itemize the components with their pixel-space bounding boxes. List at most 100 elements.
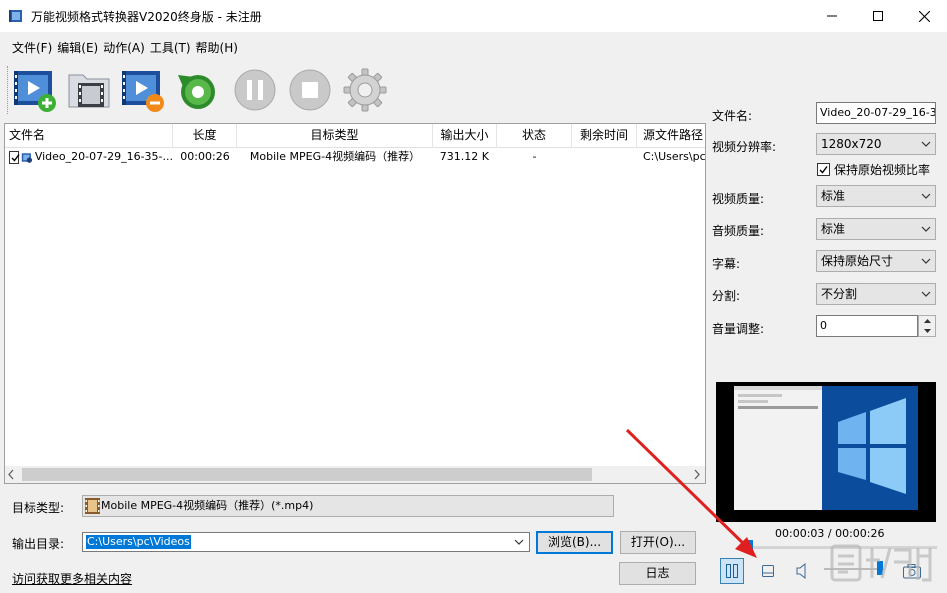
pause-button[interactable]	[230, 65, 280, 115]
column-header-target[interactable]: 目标类型	[237, 124, 433, 148]
stop-icon	[289, 69, 331, 111]
horizontal-scrollbar[interactable]	[5, 466, 705, 483]
filename-label: 文件名:	[712, 109, 753, 123]
volume-track[interactable]	[824, 568, 884, 570]
maximize-icon	[873, 11, 883, 21]
video-quality-select[interactable]: 标准	[816, 185, 936, 207]
target-type-value: Mobile MPEG-4视频编码（推荐）(*.mp4)	[101, 499, 314, 512]
video-file-icon	[22, 152, 33, 163]
seek-track[interactable]	[745, 546, 937, 549]
column-header-name[interactable]: 文件名	[5, 124, 173, 148]
window-title: 万能视频格式转换器V2020终身版 - 未注册	[31, 10, 262, 24]
log-button[interactable]: 日志	[619, 562, 696, 585]
preview-frame-image	[716, 382, 936, 522]
video-preview[interactable]	[716, 382, 936, 522]
toolbar	[4, 62, 704, 118]
row-checkbox[interactable]	[9, 150, 20, 164]
output-dir-combo[interactable]: C:\Users\pc\Videos	[82, 532, 530, 552]
scroll-right-icon[interactable]	[693, 469, 701, 480]
audio-quality-label: 音频质量:	[712, 224, 765, 238]
scroll-left-icon[interactable]	[7, 469, 15, 480]
more-content-link[interactable]: 访问获取更多相关内容	[12, 570, 132, 587]
column-header-status[interactable]: 状态	[497, 124, 572, 148]
checkmark-icon	[11, 153, 20, 162]
resolution-label: 视频分辨率:	[712, 140, 777, 154]
stop-button[interactable]	[285, 65, 335, 115]
settings-icon	[343, 68, 387, 112]
minimize-button[interactable]	[809, 0, 855, 32]
subtitle-select[interactable]: 保持原始尺寸	[816, 250, 936, 272]
close-button[interactable]	[901, 0, 947, 32]
split-value: 不分割	[821, 287, 858, 301]
snapshot-icon	[903, 564, 921, 579]
output-dir-dropdown[interactable]	[511, 533, 527, 551]
table-row[interactable]: Video_20-07-29_16-35-... 00:00:26 Mobile…	[5, 148, 706, 166]
add-folder-icon	[68, 74, 110, 108]
volume-spinner[interactable]	[918, 315, 936, 337]
player-pause-button[interactable]	[720, 558, 744, 584]
triangle-up-icon	[923, 319, 931, 323]
row-path: C:\Users\pc	[643, 150, 706, 163]
add-video-icon	[14, 71, 56, 112]
split-label: 分割:	[712, 289, 741, 303]
keep-ratio-box[interactable]	[817, 163, 830, 176]
app-icon	[9, 10, 22, 22]
file-list-header: 文件名 长度 目标类型 输出大小 状态 剩余时间 源文件路径	[5, 124, 705, 148]
open-button[interactable]: 打开(O)...	[620, 531, 696, 554]
row-filename: Video_20-07-29_16-35-...	[34, 150, 173, 163]
audio-quality-select[interactable]: 标准	[816, 218, 936, 240]
keep-ratio-checkbox[interactable]: 保持原始视频比率	[817, 161, 930, 178]
volume-icon	[796, 563, 806, 579]
split-select[interactable]: 不分割	[816, 283, 936, 305]
menu-action[interactable]: 动作(A)	[103, 36, 150, 58]
subtitle-value: 保持原始尺寸	[821, 254, 894, 268]
chevron-down-icon	[921, 291, 931, 297]
row-size: 731.12 K	[439, 150, 489, 163]
seek-thumb[interactable]	[747, 540, 753, 552]
resolution-value: 1280x720	[821, 137, 882, 151]
output-dir-value[interactable]: C:\Users\pc\Videos	[86, 535, 191, 549]
scrollbar-thumb[interactable]	[22, 468, 592, 481]
menu-tools[interactable]: 工具(T)	[150, 36, 196, 58]
spin-down-button[interactable]	[919, 326, 935, 336]
maximize-button[interactable]	[855, 0, 901, 32]
settings-button[interactable]	[340, 65, 390, 115]
keep-ratio-label: 保持原始视频比率	[834, 163, 931, 177]
film-icon	[85, 498, 100, 514]
column-header-length[interactable]: 长度	[173, 124, 237, 148]
convert-icon	[178, 75, 215, 109]
target-type-field[interactable]: Mobile MPEG-4视频编码（推荐）(*.mp4)	[82, 495, 614, 517]
chevron-down-icon	[921, 258, 931, 264]
chevron-down-icon	[514, 539, 524, 545]
browse-button[interactable]: 浏览(B)...	[536, 531, 613, 554]
player-volume-button[interactable]	[790, 558, 814, 584]
row-remaining	[572, 148, 637, 166]
menu-help[interactable]: 帮助(H)	[196, 36, 243, 58]
triangle-down-icon	[923, 329, 931, 333]
volume-thumb[interactable]	[877, 561, 883, 575]
add-folder-button[interactable]	[64, 65, 114, 115]
menu-edit[interactable]: 编辑(E)	[57, 36, 103, 58]
file-list[interactable]: 文件名 长度 目标类型 输出大小 状态 剩余时间 源文件路径 Video_20-…	[4, 123, 706, 484]
volume-label: 音量调整:	[712, 322, 765, 336]
filename-field[interactable]: Video_20-07-29_16-35-	[816, 102, 936, 124]
spin-up-button[interactable]	[919, 316, 935, 326]
title-bar: 万能视频格式转换器V2020终身版 - 未注册	[0, 0, 947, 32]
column-header-size[interactable]: 输出大小	[433, 124, 497, 148]
resolution-select[interactable]: 1280x720	[816, 133, 936, 155]
row-target: Mobile MPEG-4视频编码（推荐）	[249, 150, 421, 163]
remove-video-button[interactable]	[118, 65, 168, 115]
subtitle-label: 字幕:	[712, 257, 741, 271]
menu-file[interactable]: 文件(F)	[0, 36, 57, 58]
player-stop-button[interactable]	[756, 558, 780, 584]
video-quality-value: 标准	[821, 189, 846, 203]
column-header-path[interactable]: 源文件路径	[637, 124, 705, 148]
minimize-icon	[827, 15, 837, 17]
convert-button[interactable]	[172, 65, 222, 115]
stop-icon	[762, 565, 774, 577]
chevron-down-icon	[921, 193, 931, 199]
volume-field[interactable]: 0	[816, 315, 918, 337]
add-video-button[interactable]	[10, 65, 60, 115]
snapshot-button[interactable]	[900, 558, 924, 584]
column-header-remaining[interactable]: 剩余时间	[572, 124, 637, 148]
